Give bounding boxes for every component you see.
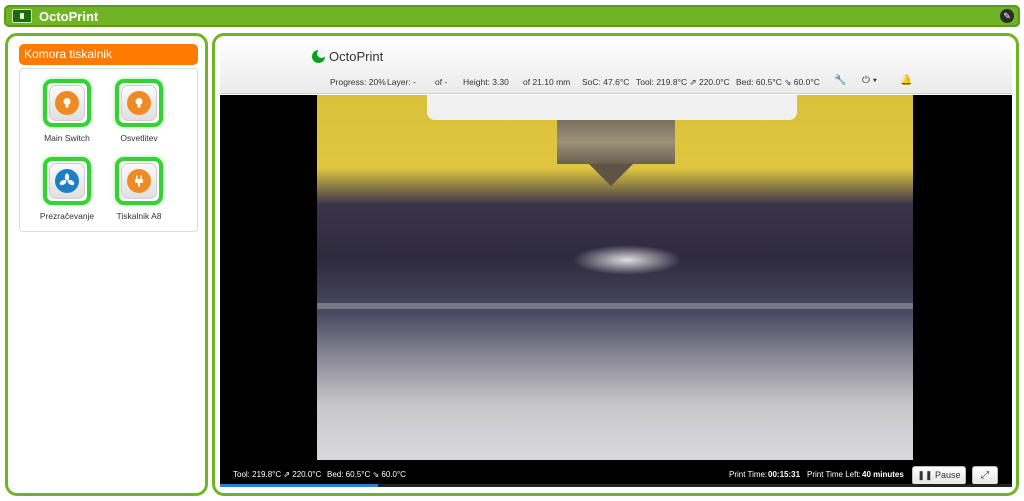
status-layer: Layer: - — [387, 77, 416, 87]
status-progress: Progress: 20% — [330, 77, 386, 87]
tile-main-switch[interactable]: Main Switch — [37, 79, 97, 143]
status-height: Height: 3.30 — [463, 77, 509, 87]
left-panel: Komora tiskalnik Main Switch Osvetlitev … — [5, 33, 208, 496]
webcam-stream: Tool: 219.8°C ⇗ 220.0°C Bed: 60.5°C ⇘ 60… — [220, 95, 1012, 487]
prezracevanje-button[interactable] — [43, 157, 91, 205]
status-tool: Tool: 219.8°C ⇗ 220.0°C — [636, 77, 730, 87]
wrench-icon[interactable]: ✎ — [1000, 9, 1014, 23]
status-soc: SoC: 47.6°C — [582, 77, 630, 87]
status-height-of: of 21.10 mm — [523, 77, 571, 87]
print-time-left-value: 40 minutes — [862, 470, 904, 479]
pause-label: Pause — [935, 470, 961, 480]
status-layer-of: of - — [435, 77, 448, 87]
overlay-tool-temp: Tool: 219.8°C ⇗ 220.0°C — [233, 470, 322, 479]
printer-nozzle — [557, 120, 675, 164]
fullscreen-button[interactable]: ⤢ — [972, 466, 998, 485]
octoprint-panel: OctoPrint Progress: 20% Layer: - of - He… — [212, 33, 1019, 496]
tile-label: Main Switch — [44, 133, 90, 143]
tiskalnik-a8-button[interactable] — [115, 157, 163, 205]
button-face — [49, 85, 85, 121]
wrench-icon[interactable]: 🔧 — [834, 75, 846, 86]
button-face — [121, 85, 157, 121]
octoprint-navbar: OctoPrint Progress: 20% Layer: - of - He… — [220, 38, 1012, 94]
print-time-value: 00:15:31 — [768, 470, 800, 479]
tile-prezracevanje[interactable]: Prezračevanje — [37, 157, 97, 221]
webcam-image — [317, 95, 913, 460]
print-time-bold: 00:15:31 — [768, 470, 801, 479]
overlay-bed-temp: Bed: 60.5°C ⇘ 60.0°C — [327, 470, 406, 479]
bell-icon[interactable]: 🔔 — [900, 75, 912, 86]
app-logo-icon — [12, 9, 32, 23]
button-face — [121, 163, 157, 199]
octoprint-brand[interactable]: OctoPrint — [329, 49, 383, 64]
tile-label: Prezračevanje — [39, 211, 95, 221]
print-time-label: Print Time: — [729, 470, 768, 479]
print-progress-track — [220, 484, 1012, 487]
tile-osvetlitev[interactable]: Osvetlitev — [109, 79, 169, 143]
switch-card: Main Switch Osvetlitev Prezračevanje Tis… — [19, 68, 198, 232]
bed-reflection — [572, 245, 682, 275]
nozzle-tip — [589, 164, 633, 186]
tile-label: Tiskalnik A8 — [116, 211, 162, 221]
tile-label: Osvetlitev — [120, 133, 158, 143]
main-switch-button[interactable] — [43, 79, 91, 127]
power-icon[interactable]: ⏻ ▾ — [862, 75, 877, 86]
bed-edge — [317, 303, 913, 309]
plug-icon — [127, 169, 151, 193]
lightbulb-icon — [127, 91, 151, 115]
print-time-left-label: Print Time Left: — [807, 470, 861, 479]
panel-header: Komora tiskalnik — [19, 44, 198, 65]
osvetlitev-button[interactable] — [115, 79, 163, 127]
pause-icon: ❚❚ — [917, 470, 933, 480]
tile-tiskalnik-a8[interactable]: Tiskalnik A8 — [109, 157, 169, 221]
pause-button[interactable]: ❚❚ Pause — [912, 466, 966, 485]
app-title-bar: OctoPrint ✎ — [4, 5, 1020, 27]
fan-icon — [55, 169, 79, 193]
print-time-left-bold: 40 minutes — [862, 470, 904, 479]
app-title: OctoPrint — [39, 9, 99, 24]
print-progress-fill — [220, 484, 379, 487]
button-face — [49, 163, 85, 199]
octoprint-logo-icon — [312, 49, 326, 63]
status-bed: Bed: 60.5°C ⇘ 60.0°C — [736, 77, 820, 87]
printer-carriage — [427, 95, 797, 120]
expand-icon: ⤢ — [981, 470, 989, 481]
lightbulb-icon — [55, 91, 79, 115]
webcam-overlay: Tool: 219.8°C ⇗ 220.0°C Bed: 60.5°C ⇘ 60… — [220, 460, 1012, 487]
